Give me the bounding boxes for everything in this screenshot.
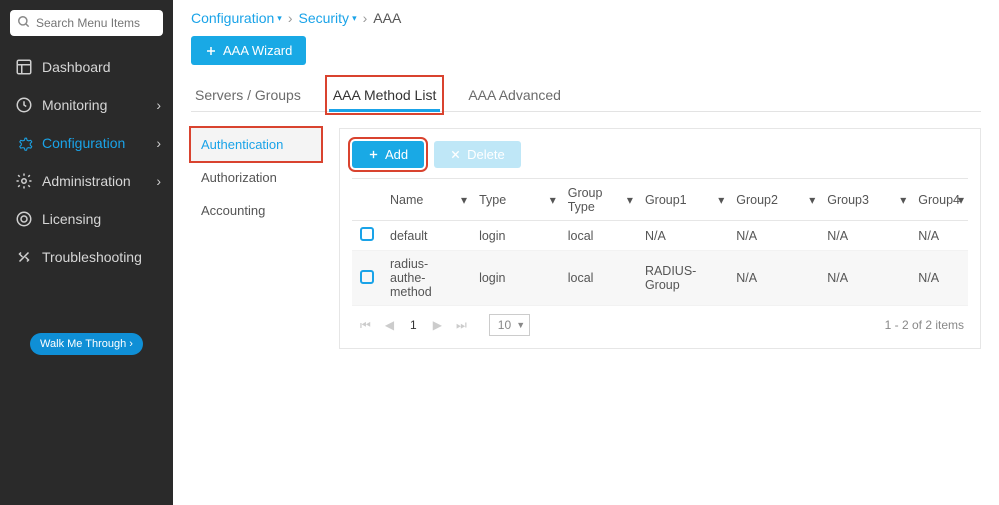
breadcrumb-sep: › [288, 10, 293, 26]
cell-g1: N/A [637, 221, 728, 251]
administration-icon [12, 172, 36, 190]
breadcrumb-current: AAA [373, 10, 401, 26]
cell-g4: N/A [910, 251, 968, 306]
subtabs: Authentication Authorization Accounting [191, 128, 321, 349]
chevron-right-icon: › [156, 97, 161, 113]
add-button[interactable]: Add [352, 141, 424, 168]
pager-status: 1 - 2 of 2 items [885, 318, 964, 332]
sidebar-item-licensing[interactable]: Licensing [0, 200, 173, 238]
breadcrumb-security[interactable]: Security ▾ [298, 10, 356, 26]
cell-g2: N/A [728, 251, 819, 306]
sidebar: Dashboard Monitoring › Configuration › A… [0, 0, 173, 505]
filter-icon[interactable]: ▾ [627, 193, 633, 207]
cell-name: default [382, 221, 471, 251]
breadcrumb-configuration[interactable]: Configuration ▾ [191, 10, 282, 26]
col-name: Name [390, 193, 423, 207]
sidebar-item-label: Licensing [42, 211, 101, 227]
tabs: Servers / Groups AAA Method List AAA Adv… [191, 79, 981, 112]
cell-gtype: local [560, 251, 637, 306]
x-icon [450, 149, 461, 160]
aaa-wizard-button[interactable]: AAA Wizard [191, 36, 306, 65]
search-icon [17, 15, 31, 29]
cell-g3: N/A [819, 221, 910, 251]
dashboard-icon [12, 58, 36, 76]
page-prev-button: ◀ [381, 316, 398, 334]
filter-icon[interactable]: ▾ [550, 193, 556, 207]
delete-button: Delete [434, 141, 521, 168]
search-input[interactable] [10, 10, 163, 36]
button-label: Delete [467, 147, 505, 162]
cell-g4: N/A [910, 221, 968, 251]
cell-gtype: local [560, 221, 637, 251]
sidebar-item-configuration[interactable]: Configuration › [0, 124, 173, 162]
cell-g1: RADIUS-Group [637, 251, 728, 306]
cell-type: login [471, 221, 560, 251]
sidebar-item-label: Monitoring [42, 97, 107, 113]
filter-icon[interactable]: ▾ [958, 193, 964, 207]
cell-name: radius-authe-method [382, 251, 471, 306]
sidebar-item-dashboard[interactable]: Dashboard [0, 48, 173, 86]
tab-aaa-method-list[interactable]: AAA Method List [329, 79, 441, 111]
sidebar-item-monitoring[interactable]: Monitoring › [0, 86, 173, 124]
tab-servers-groups[interactable]: Servers / Groups [191, 79, 305, 111]
pager: ⏮ ◀ 1 ▶ ⏭ 10 ▼ 1 - 2 of 2 items [352, 306, 968, 336]
button-label: AAA Wizard [223, 43, 292, 58]
sidebar-item-administration[interactable]: Administration › [0, 162, 173, 200]
caret-down-icon: ▾ [352, 13, 357, 24]
row-checkbox[interactable] [360, 227, 374, 241]
subtab-authentication[interactable]: Authentication [191, 128, 321, 161]
col-group1: Group1 [645, 193, 687, 207]
sidebar-item-label: Administration [42, 173, 131, 189]
panel: Add Delete Name ▾ Type ▾ [339, 128, 981, 349]
button-label: Add [385, 147, 408, 162]
filter-icon[interactable]: ▾ [809, 193, 815, 207]
sidebar-item-label: Troubleshooting [42, 249, 142, 265]
page-next-button: ▶ [429, 316, 446, 334]
table-row[interactable]: radius-authe-method login local RADIUS-G… [352, 251, 968, 306]
configuration-icon [12, 134, 36, 152]
col-group2: Group2 [736, 193, 778, 207]
cell-type: login [471, 251, 560, 306]
plus-icon [205, 45, 217, 57]
col-group-type: Group Type [568, 186, 603, 214]
licensing-icon [12, 210, 36, 228]
filter-icon[interactable]: ▾ [718, 193, 724, 207]
cell-g3: N/A [819, 251, 910, 306]
cell-g2: N/A [728, 221, 819, 251]
page-last-button: ⏭ [452, 316, 471, 335]
page-number: 1 [404, 318, 423, 332]
tab-aaa-advanced[interactable]: AAA Advanced [464, 79, 565, 111]
table-row[interactable]: default login local N/A N/A N/A N/A [352, 221, 968, 251]
sidebar-item-label: Dashboard [42, 59, 111, 75]
page-first-button: ⏮ [356, 316, 375, 335]
breadcrumb-sep: › [363, 10, 368, 26]
plus-icon [368, 149, 379, 160]
col-type: Type [479, 193, 506, 207]
page-size-select[interactable]: 10 ▼ [489, 314, 530, 336]
troubleshooting-icon [12, 248, 36, 266]
chevron-right-icon: › [156, 135, 161, 151]
breadcrumb: Configuration ▾ › Security ▾ › AAA [191, 10, 981, 26]
caret-down-icon: ▾ [277, 13, 282, 24]
filter-icon[interactable]: ▾ [900, 193, 906, 207]
method-list-table: Name▾ Type▾ Group Type▾ Group1▾ Group2▾ … [352, 178, 968, 306]
sidebar-item-label: Configuration [42, 135, 125, 151]
subtab-accounting[interactable]: Accounting [191, 194, 321, 227]
col-group4: Group4 [918, 193, 960, 207]
col-group3: Group3 [827, 193, 869, 207]
caret-down-icon: ▼ [516, 320, 525, 330]
sidebar-item-troubleshooting[interactable]: Troubleshooting [0, 238, 173, 276]
chevron-right-icon: › [156, 173, 161, 189]
subtab-authorization[interactable]: Authorization [191, 161, 321, 194]
row-checkbox[interactable] [360, 270, 374, 284]
filter-icon[interactable]: ▾ [461, 193, 467, 207]
walk-me-through-button[interactable]: Walk Me Through › [30, 333, 143, 355]
monitoring-icon [12, 96, 36, 114]
breadcrumb-label: Configuration [191, 10, 274, 26]
main-content: Configuration ▾ › Security ▾ › AAA AAA W… [173, 0, 999, 505]
breadcrumb-label: Security [298, 10, 349, 26]
page-size-value: 10 [498, 318, 511, 332]
